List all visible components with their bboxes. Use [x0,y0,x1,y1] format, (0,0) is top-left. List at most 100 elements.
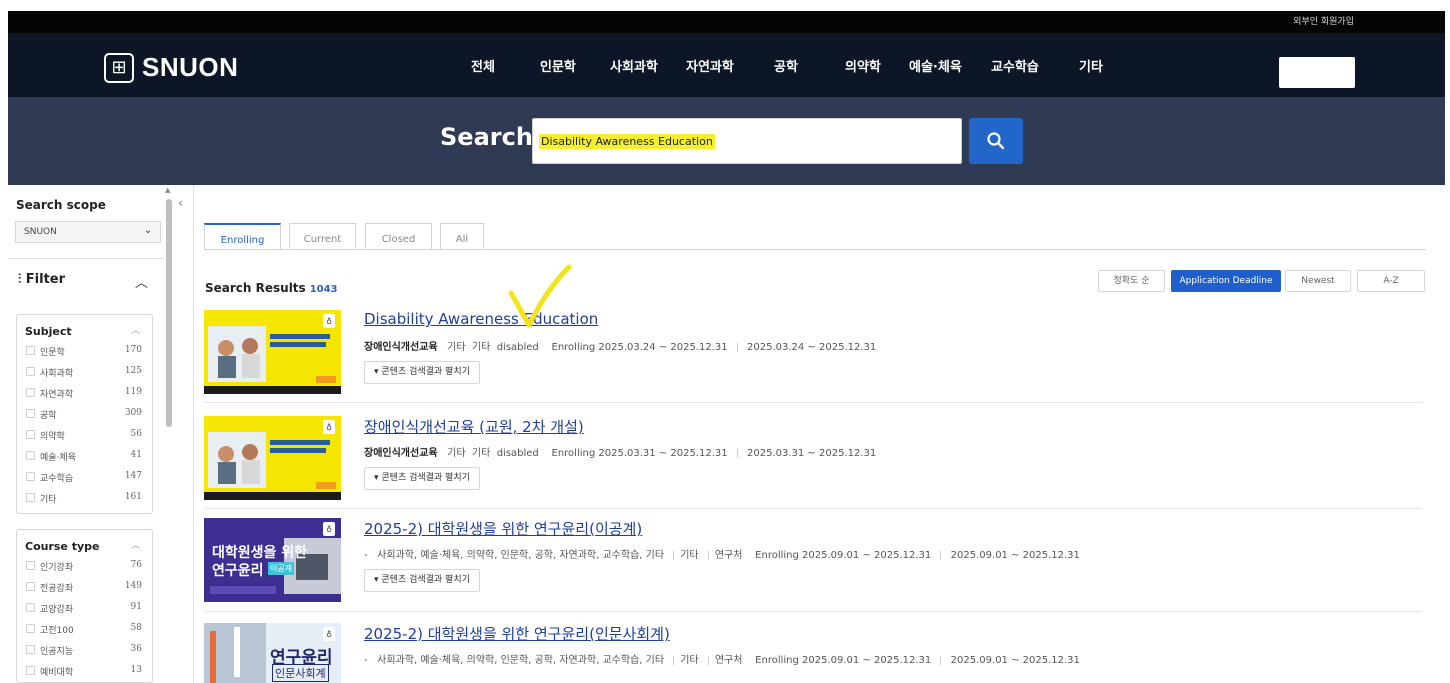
thumbnail-text: 연구윤리 [212,563,264,579]
checkbox[interactable] [26,472,35,481]
search-input-value: Disability Awareness Education [539,134,715,149]
chevron-down-icon: ⌄ [143,225,152,236]
scrollbar-thumb[interactable] [166,199,172,427]
result-categories: 사회과학, 예술·체육, 의약학, 인문학, 공학, 자연과학, 교수학습, 기… [377,655,665,666]
facet-option-count: 125 [124,366,142,376]
checkbox[interactable] [26,624,35,633]
result-category: 기타 [447,342,466,353]
meta-separator [673,655,675,665]
checkbox[interactable] [26,430,35,439]
login-box[interactable] [1279,57,1355,88]
result-category: 기타 [447,448,466,459]
search-results-count: 1043 [309,284,338,295]
facet-option[interactable]: 교수학습 147 [17,467,152,488]
filter-icon: ⫶ [18,272,26,287]
checkbox[interactable] [26,561,35,570]
tab-closed[interactable]: Closed [365,223,432,250]
nav-item-social-science[interactable]: 사회과학 [610,56,658,75]
facet-header[interactable]: Subject ︿ [17,315,152,341]
thumbnail-text: 인문사회계 [272,664,329,682]
nav-item-engineering[interactable]: 공학 [774,56,798,75]
facet-option[interactable]: 의약학 56 [17,425,152,446]
row-divider [204,402,1422,403]
search-input[interactable]: Disability Awareness Education [532,118,962,164]
facet-option[interactable]: 예술·체육 41 [17,446,152,467]
search-scope-value: SNUON [24,227,57,237]
scroll-up-arrow-icon[interactable]: ▲ [165,186,170,194]
facet-option-count: 56 [130,429,142,439]
sort-accuracy-button[interactable]: 정확도 순 [1098,270,1165,292]
award-icon: ♁ [323,627,335,641]
course-thumbnail[interactable]: ♁ [204,416,341,500]
course-thumbnail[interactable]: 대학원생을 위한 연구윤리 이공계 ♁ [204,518,341,602]
search-scope-title: Search scope [16,198,106,212]
checkbox[interactable] [26,493,35,502]
expand-content-results-button[interactable]: ▾ 콘텐츠 검색결과 펼치기 [364,569,480,592]
checkbox[interactable] [26,346,35,355]
tab-enrolling[interactable]: Enrolling [204,223,281,250]
facet-option[interactable]: 사회과학 125 [17,362,152,383]
course-thumbnail[interactable]: ♁ [204,310,341,394]
expand-content-results-button[interactable]: ▾ 콘텐츠 검색결과 펼치기 [364,467,480,490]
logo[interactable]: ⊞ SNUON [104,52,238,83]
nav-item-humanities[interactable]: 인문학 [540,56,576,75]
award-icon: ♁ [323,420,335,434]
meta-separator [707,550,709,560]
facet-option-count: 41 [130,450,142,460]
result-category: 기타 [680,655,699,666]
facet-option[interactable]: 공학 309 [17,404,152,425]
facet-option[interactable]: 고전100 58 [17,619,152,640]
nav-item-arts-sports[interactable]: 예술·체육 [909,56,962,75]
checkbox[interactable] [26,388,35,397]
tab-all[interactable]: All [440,223,484,250]
result-title-link[interactable]: 장애인식개선교육 (교원, 2차 개설) [364,416,584,437]
nav-item-etc[interactable]: 기타 [1079,56,1103,75]
course-thumbnail[interactable]: 연구윤리 인문사회계 ♁ [204,623,341,683]
nav-item-medicine[interactable]: 의약학 [845,56,881,75]
expand-content-results-button[interactable]: ▾ 콘텐츠 검색결과 펼치기 [364,361,480,384]
tab-current[interactable]: Current [289,223,356,250]
external-signup-link[interactable]: 외부인 회원가입 [1293,14,1354,27]
search-results-label: Search Results [205,281,306,295]
checkbox[interactable] [26,409,35,418]
result-title-link[interactable]: 2025-2) 대학원생을 위한 연구윤리(이공계) [364,518,642,539]
nav-item-all[interactable]: 전체 [471,56,495,75]
facet-title: Course type [25,540,100,553]
filter-title[interactable]: ⫶ Filter [18,272,65,287]
university-emblem-icon: ⊞ [104,52,134,83]
facet-option[interactable]: 예비대학 13 [17,661,152,682]
collapse-sidebar-chevron-icon[interactable]: ‹ [178,196,183,210]
checkbox[interactable] [26,451,35,460]
search-icon [987,132,1005,150]
result-title-link[interactable]: 2025-2) 대학원생을 위한 연구윤리(인문사회계) [364,623,670,644]
facet-option[interactable]: 인문학 170 [17,341,152,362]
facet-option[interactable]: 인기강좌 76 [17,556,152,577]
search-button[interactable] [969,118,1023,164]
meta-separator [736,342,738,352]
facet-option-label: 사회과학 [40,369,74,379]
checkbox[interactable] [26,582,35,591]
search-scope-select[interactable]: SNUON ⌄ [15,221,161,243]
chevron-up-icon[interactable]: ︿ [135,272,148,291]
meta-separator [673,550,675,560]
result-org: 장애인식개선교육 [364,448,438,459]
sort-newest-button[interactable]: Newest [1285,270,1351,292]
checkbox[interactable] [26,645,35,654]
nav-item-teaching[interactable]: 교수학습 [991,56,1039,75]
facet-option[interactable]: 전공강좌 149 [17,577,152,598]
checkbox[interactable] [26,603,35,612]
result-org: - [364,655,368,666]
thumbnail-text: 대학원생을 위한 [212,545,308,561]
facet-header[interactable]: Course type ︿ [17,530,152,556]
facet-option[interactable]: 교양강좌 91 [17,598,152,619]
sort-deadline-button[interactable]: Application Deadline [1171,270,1281,292]
facet-option[interactable]: 자연과학 119 [17,383,152,404]
checkbox[interactable] [26,666,35,675]
facet-option[interactable]: 인공지능 36 [17,640,152,661]
nav-item-natural-science[interactable]: 자연과학 [686,56,734,75]
chevron-up-icon: ︿ [130,326,140,336]
sort-az-button[interactable]: A-Z [1357,270,1425,292]
facet-option[interactable]: 기타 161 [17,488,152,509]
checkbox[interactable] [26,367,35,376]
course-thumbnail-art [204,310,341,394]
